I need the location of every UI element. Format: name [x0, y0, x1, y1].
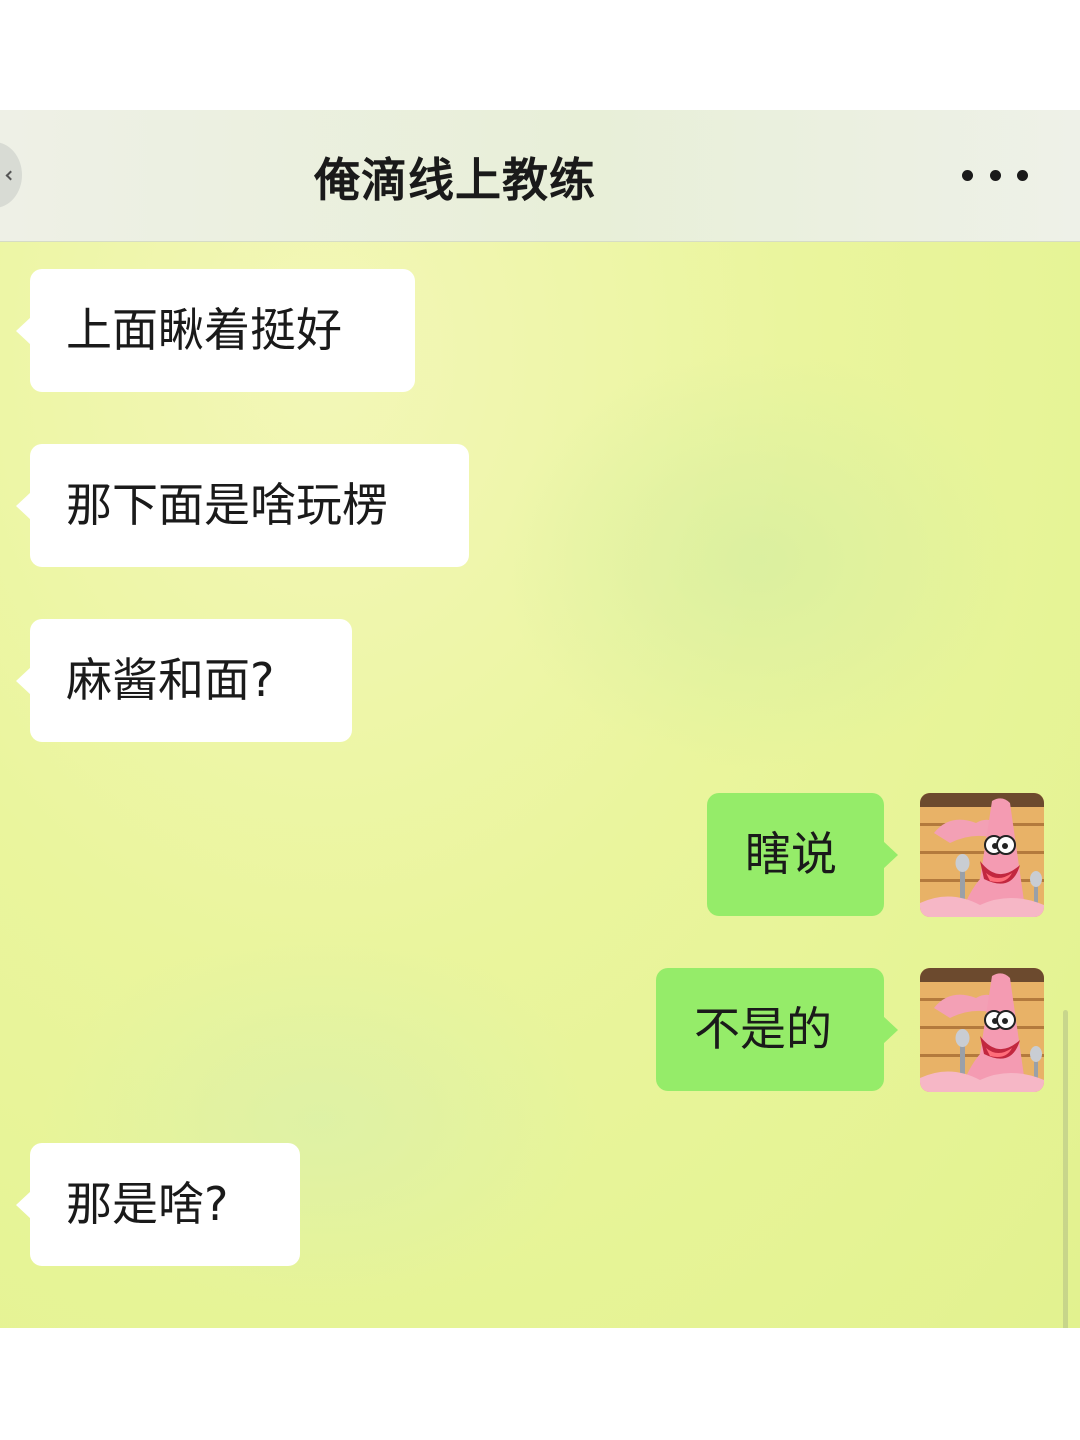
- more-dots-icon: [962, 169, 973, 181]
- patrick-star-avatar[interactable]: [920, 968, 1044, 1092]
- scrollbar[interactable]: [1063, 1010, 1068, 1328]
- screen: 俺滴线上教练 上面瞅着挺好 那下面是啥玩楞 麻酱和面? 瞎说 不是的 那是啥?: [0, 0, 1080, 1440]
- more-button[interactable]: [962, 162, 1028, 188]
- incoming-message-bubble[interactable]: 麻酱和面?: [16, 619, 352, 742]
- message-text: 那下面是啥玩楞: [66, 478, 388, 532]
- chat-panel: 俺滴线上教练 上面瞅着挺好 那下面是啥玩楞 麻酱和面? 瞎说 不是的 那是啥?: [0, 110, 1080, 1328]
- message-text: 瞎说: [745, 827, 837, 881]
- more-dots-icon: [1017, 169, 1028, 181]
- incoming-message-bubble[interactable]: 那下面是啥玩楞: [16, 444, 469, 567]
- incoming-message-bubble[interactable]: 上面瞅着挺好: [16, 269, 415, 392]
- background-wash: [500, 350, 1020, 770]
- message-text: 不是的: [694, 1002, 832, 1056]
- incoming-message-bubble[interactable]: 那是啥?: [16, 1143, 300, 1266]
- chat-title: 俺滴线上教练: [314, 153, 596, 207]
- message-text: 麻酱和面?: [66, 653, 275, 707]
- outgoing-message-bubble[interactable]: 瞎说: [707, 793, 898, 916]
- chat-header: 俺滴线上教练: [0, 110, 1080, 242]
- more-dots-icon: [989, 169, 1001, 181]
- message-text: 那是啥?: [66, 1177, 229, 1231]
- avatar-image: [920, 968, 1044, 1092]
- patrick-star-avatar[interactable]: [920, 793, 1044, 917]
- message-text: 上面瞅着挺好: [66, 303, 342, 357]
- avatar-image: [920, 793, 1044, 917]
- outgoing-message-bubble[interactable]: 不是的: [656, 968, 898, 1091]
